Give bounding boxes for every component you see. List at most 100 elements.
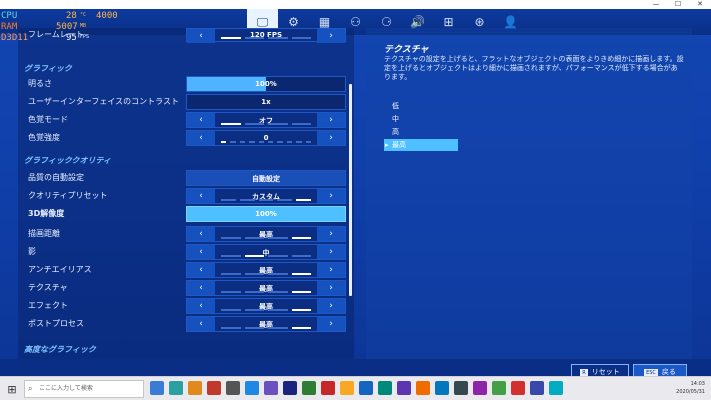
taskbar-app-icon[interactable]: [511, 381, 525, 395]
row-textures: テクスチャ ‹ 最高 ›: [18, 279, 354, 297]
row-colorblind-mode: 色覚モード ‹ オフ ›: [18, 111, 354, 129]
taskbar-search[interactable]: ⌕ ここに入力して検索: [24, 380, 144, 398]
row-auto-quality: 品質の自動設定 自動設定: [18, 169, 354, 187]
overlay-label: RAM: [1, 22, 18, 32]
taskbar-app-icon[interactable]: [340, 381, 354, 395]
taskbar-app-icon[interactable]: [264, 381, 278, 395]
unit-label: MB: [80, 23, 87, 29]
button-value: 自動設定: [252, 175, 280, 183]
colorblind-mode-selector[interactable]: ‹ オフ ›: [186, 112, 346, 128]
taskbar-app-icon[interactable]: [492, 381, 506, 395]
row-anti-aliasing: アンチエイリアス ‹ 最高 ›: [18, 261, 354, 279]
option-high[interactable]: 高: [384, 126, 458, 138]
post-processing-selector[interactable]: ‹ 最高 ›: [186, 316, 346, 332]
taskbar-app-icon[interactable]: [207, 381, 221, 395]
row-label: 明るさ: [28, 79, 52, 88]
taskbar-app-icon[interactable]: [416, 381, 430, 395]
start-button[interactable]: ⊞: [0, 377, 24, 400]
row-quality-preset: クオリティプリセット ‹ カスタム ›: [18, 187, 354, 205]
section-header-quality: グラフィッククオリティ: [24, 156, 112, 165]
taskbar-app-icon[interactable]: [397, 381, 411, 395]
taskbar-app-icon[interactable]: [169, 381, 183, 395]
taskbar-app-icon[interactable]: [530, 381, 544, 395]
taskbar-app-icon[interactable]: [473, 381, 487, 395]
option-epic[interactable]: 最高: [384, 139, 458, 151]
arrow-right-button[interactable]: ›: [317, 299, 345, 313]
arrow-right-button[interactable]: ›: [317, 317, 345, 331]
textures-selector[interactable]: ‹ 最高 ›: [186, 280, 346, 296]
quality-preset-selector[interactable]: ‹ カスタム ›: [186, 188, 346, 204]
taskbar-app-icon[interactable]: [549, 381, 563, 395]
taskbar-app-icon[interactable]: [283, 381, 297, 395]
slider-value: 1x: [261, 98, 271, 106]
3d-resolution-slider[interactable]: 100%: [186, 206, 346, 222]
detail-title: テクスチャ: [384, 45, 429, 55]
auto-quality-button[interactable]: 自動設定: [186, 170, 346, 186]
overlay-label: D3D11: [1, 33, 29, 43]
effects-selector[interactable]: ‹ 最高 ›: [186, 298, 346, 314]
option-low[interactable]: 低: [384, 100, 458, 112]
ui-contrast-slider[interactable]: 1x: [186, 94, 346, 110]
cpu-temp: 28: [66, 11, 77, 21]
unit-label: °C: [80, 12, 87, 18]
framerate-selector[interactable]: ‹ 120 FPS ›: [186, 28, 346, 43]
section-header-graphics: グラフィック: [24, 64, 72, 73]
level-pips: [221, 327, 311, 329]
clock-date: 2020/05/31: [676, 389, 705, 395]
taskbar-app-icon[interactable]: [378, 381, 392, 395]
row-label: アンチエイリアス: [28, 265, 92, 274]
window-titlebar: — ☐ ✕: [0, 0, 711, 9]
cpu-clock: 4000: [96, 11, 118, 21]
row-label: ユーザーインターフェイスのコントラスト: [28, 97, 179, 106]
detail-description: テクスチャの設定を上げると、フラットなオブジェクトの表面をよりきめ細かに描画しま…: [384, 55, 684, 81]
taskbar-app-icon[interactable]: [188, 381, 202, 395]
row-3d-resolution: 3D解像度 100%: [18, 205, 354, 223]
arrow-right-button[interactable]: ›: [317, 29, 345, 43]
colorblind-strength-selector[interactable]: ‹ 0 ›: [186, 130, 346, 146]
settings-list: フレームレート ‹ 120 FPS › グラフィック 明るさ 100% ユーザー…: [18, 28, 354, 365]
shadows-selector[interactable]: ‹ 中 ›: [186, 244, 346, 260]
row-label: 影: [28, 247, 36, 256]
arrow-right-button[interactable]: ›: [317, 189, 345, 203]
taskbar-app-icon[interactable]: [150, 381, 164, 395]
row-label: ポストプロセス: [28, 319, 84, 328]
arrow-right-button[interactable]: ›: [317, 227, 345, 241]
arrow-right-button[interactable]: ›: [317, 113, 345, 127]
clock-time: 14:03: [690, 381, 705, 387]
taskbar-app-icon[interactable]: [226, 381, 240, 395]
taskbar-app-icon[interactable]: [435, 381, 449, 395]
brightness-slider[interactable]: 100%: [186, 76, 346, 92]
slider-value: 100%: [255, 80, 277, 88]
level-pips: [221, 237, 311, 239]
taskbar-app-icon[interactable]: [359, 381, 373, 395]
detail-options: 低 中 高 最高: [384, 100, 458, 152]
taskbar-app-icon[interactable]: [454, 381, 468, 395]
maximize-button[interactable]: ☐: [667, 0, 689, 9]
view-distance-selector[interactable]: ‹ 最高 ›: [186, 226, 346, 242]
minimize-button[interactable]: —: [645, 0, 667, 9]
anti-aliasing-selector[interactable]: ‹ 最高 ›: [186, 262, 346, 278]
taskbar-app-icon[interactable]: [245, 381, 259, 395]
row-colorblind-strength: 色覚強度 ‹ 0 ›: [18, 129, 354, 147]
arrow-right-button[interactable]: ›: [317, 131, 345, 145]
fps-value: 95: [66, 33, 77, 43]
ram-usage: 5007: [56, 22, 78, 32]
window-controls: — ☐ ✕: [645, 0, 711, 9]
overlay-label: CPU: [1, 11, 18, 21]
taskbar-apps: [150, 381, 563, 395]
row-label: テクスチャ: [28, 283, 68, 292]
arrow-right-button[interactable]: ›: [317, 263, 345, 277]
option-medium[interactable]: 中: [384, 113, 458, 125]
row-label: 3D解像度: [28, 209, 65, 218]
arrow-right-button[interactable]: ›: [317, 281, 345, 295]
scrollbar[interactable]: [349, 84, 352, 296]
level-pips: [221, 273, 311, 275]
system-tray-clock[interactable]: 14:03 2020/05/31: [676, 380, 705, 396]
level-pips: [221, 37, 311, 39]
close-button[interactable]: ✕: [689, 0, 711, 9]
taskbar-app-icon[interactable]: [302, 381, 316, 395]
arrow-right-button[interactable]: ›: [317, 245, 345, 259]
row-label: 色覚モード: [28, 115, 68, 124]
taskbar-app-icon[interactable]: [321, 381, 335, 395]
level-pips: [221, 291, 311, 293]
